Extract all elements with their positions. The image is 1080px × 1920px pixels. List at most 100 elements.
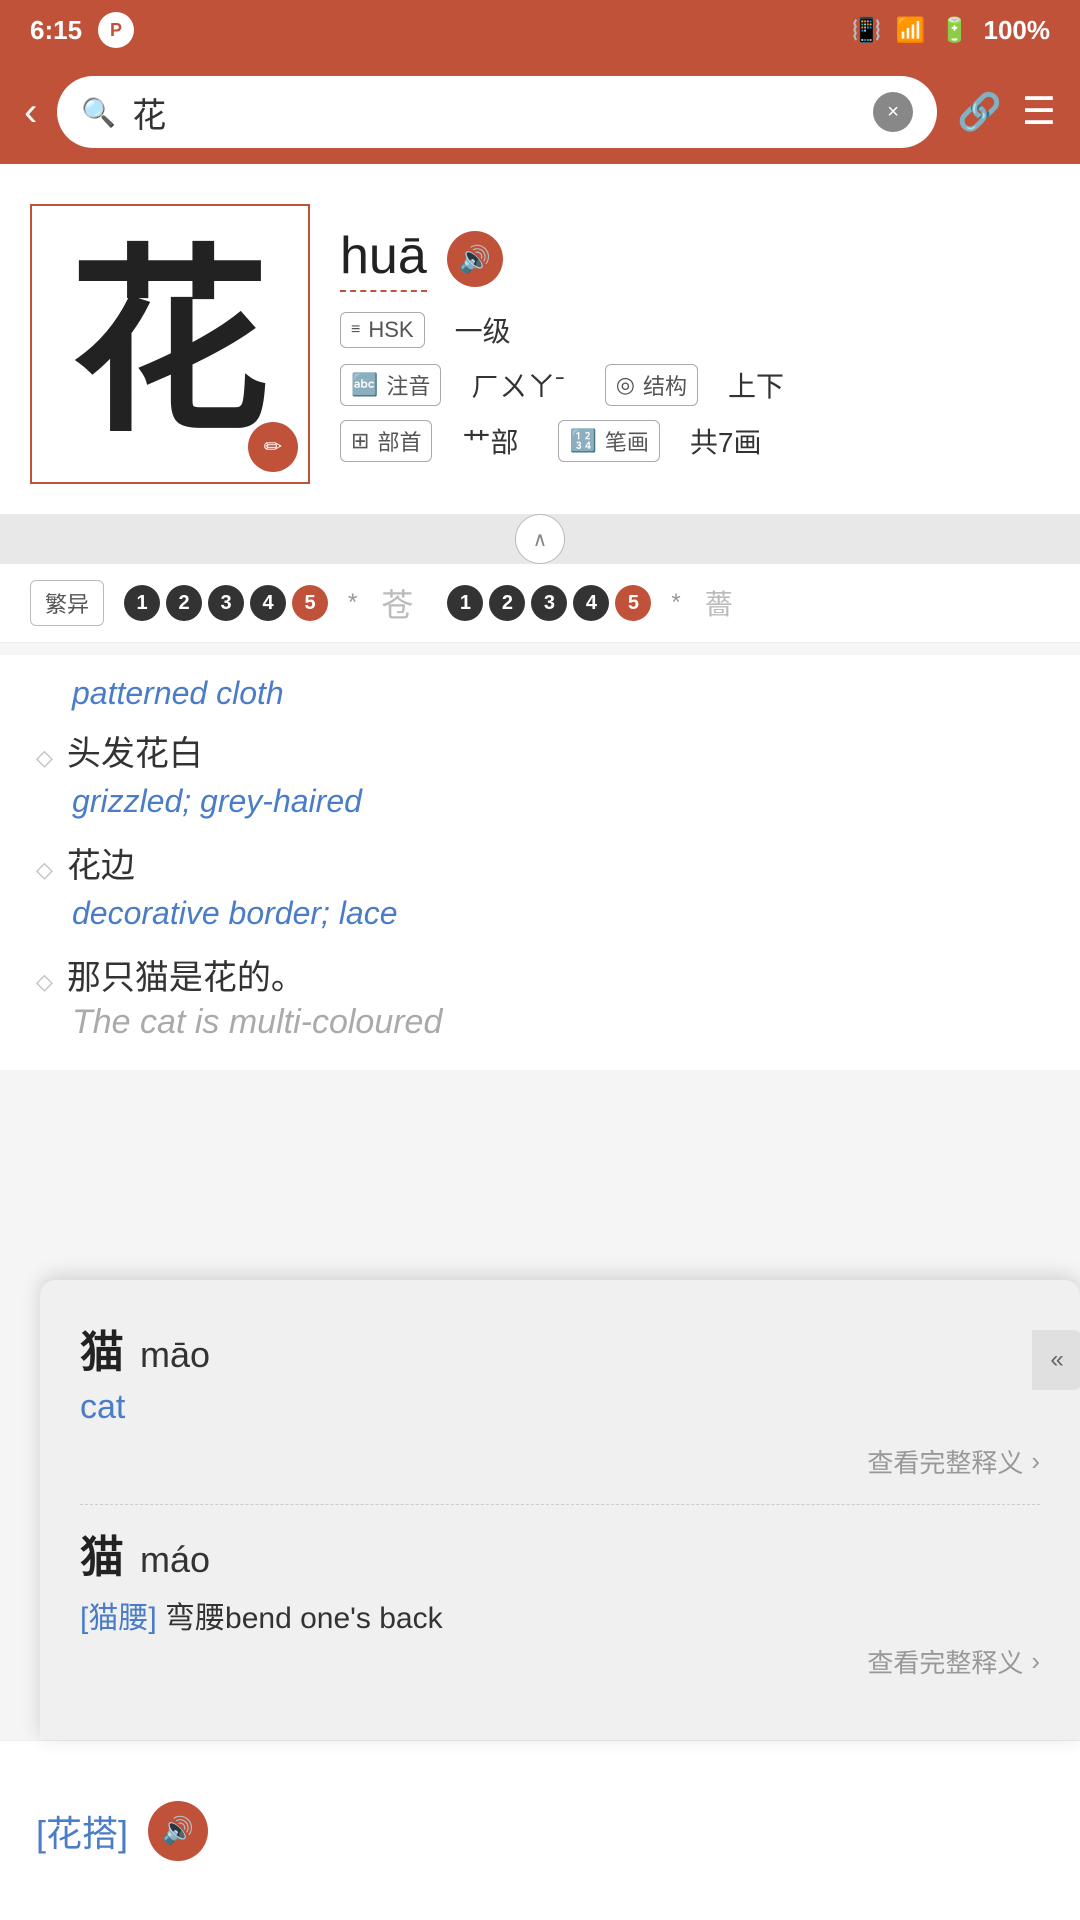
radical-label: 部首: [377, 425, 421, 457]
popup-pinyin-2: máo: [140, 1539, 210, 1581]
structure-icon: ◎: [616, 372, 635, 398]
sound-button[interactable]: 🔊: [447, 231, 503, 287]
link-button[interactable]: 🔗: [957, 91, 1002, 133]
search-icon: 🔍: [81, 96, 116, 129]
popup-link-arrow-1: ›: [1031, 1446, 1040, 1477]
stroke-num-5[interactable]: 5: [292, 585, 328, 621]
character-info: huā 🔊 ≡ HSK 一级 🔤 注音 ㄏㄨㄚˉ ◎: [340, 204, 1050, 484]
stroke-num-7[interactable]: 2: [489, 585, 525, 621]
stroke-num-8[interactable]: 3: [531, 585, 567, 621]
popup-title-row-2: 猫 máo: [80, 1521, 1040, 1585]
popup-close-button[interactable]: «: [1032, 1330, 1080, 1390]
edit-button[interactable]: ✏: [248, 422, 298, 472]
character-display: 花: [70, 244, 270, 444]
pronunciation-value: ㄏㄨㄚˉ: [471, 365, 564, 405]
definition-border: ◇ 花边 decorative border; lace: [36, 838, 1044, 936]
stroke-num-2[interactable]: 2: [166, 585, 202, 621]
popup-entry-1: 猫 māo cat 查看完整释义 ›: [80, 1316, 1040, 1480]
popup-divider: [80, 1504, 1040, 1505]
popup-link-2[interactable]: 查看完整释义 ›: [80, 1643, 1040, 1680]
chinese-grizzled[interactable]: 头发花白: [67, 726, 203, 775]
popup-meaning-1: cat: [80, 1388, 1040, 1427]
search-bar: 🔍 ×: [57, 76, 937, 148]
radical-value: 艹部: [462, 421, 518, 461]
popup-overlay: « 猫 māo cat 查看完整释义 › 猫 máo [猫腰] 弯腰bend o…: [40, 1280, 1080, 1740]
definitions-section: patterned cloth ◇ 头发花白 grizzled; grey-ha…: [0, 655, 1080, 1070]
divider-arrow: ∧: [0, 514, 1080, 564]
bottom-link[interactable]: [花搭]: [36, 1805, 128, 1857]
popup-entry-2: 猫 máo [猫腰] 弯腰bend one's back 查看完整释义 ›: [80, 1521, 1040, 1680]
status-left: 6:15 P: [30, 12, 134, 48]
stroke-num-4[interactable]: 4: [250, 585, 286, 621]
speaker-icon: 🔊: [459, 244, 491, 275]
variant-row: 繁异 1 2 3 4 5 * 苍 1 2 3 4 5 * 薔: [0, 564, 1080, 643]
stroke-num-10[interactable]: 5: [615, 585, 651, 621]
back-button[interactable]: ‹: [24, 90, 37, 135]
strokes-value: 共7画: [690, 421, 762, 461]
battery-icon: 🔋: [940, 16, 970, 45]
strokes-icon: 🔢: [569, 428, 596, 454]
status-bar: 6:15 P 📳 📶 🔋 100%: [0, 0, 1080, 60]
menu-button[interactable]: ☰: [1022, 93, 1056, 131]
pronunciation-icon: 🔤: [351, 372, 378, 398]
popup-char-1: 猫: [80, 1316, 124, 1380]
english-sentence-partial: The cat is multi-coloured: [72, 1003, 1044, 1042]
popup-char-2: 猫: [80, 1521, 124, 1585]
collapse-button[interactable]: ∧: [515, 514, 565, 564]
popup-link-arrow-2: ›: [1031, 1646, 1040, 1677]
patterned-cloth-label: patterned cloth: [72, 675, 1044, 712]
character-box: 花 ✏: [30, 204, 310, 484]
stroke-nums-1: 1 2 3 4 5: [124, 585, 328, 621]
bottom-bar: [花搭] 🔊: [0, 1740, 1080, 1920]
english-border: decorative border; lace: [72, 891, 1044, 936]
pinyin-text: huā: [340, 226, 427, 292]
radical-row: ⊞ 部首 艹部 🔢 笔画 共7画: [340, 420, 1050, 462]
stroke-num-6[interactable]: 1: [447, 585, 483, 621]
battery-label: 100%: [984, 15, 1051, 46]
pronunciation-label: 注音: [386, 369, 430, 401]
vibrate-icon: 📳: [852, 16, 882, 45]
structure-value: 上下: [728, 365, 784, 405]
hsk-level: 一级: [455, 310, 511, 350]
popup-compound-text: 弯腰bend one's back: [165, 1602, 443, 1635]
definition-sentence: ◇ 那只猫是花的。 The cat is multi-coloured: [36, 950, 1044, 1042]
status-app-icon: P: [98, 12, 134, 48]
stroke-num-1[interactable]: 1: [124, 585, 160, 621]
diamond-grizzled: ◇: [36, 745, 53, 771]
search-input[interactable]: [132, 93, 857, 132]
variant-char-2: 薔: [705, 583, 733, 623]
pronunciation-tag: 🔤 注音: [340, 364, 441, 406]
wifi-icon: 📶: [896, 16, 926, 45]
stroke-nums-2: 1 2 3 4 5: [447, 585, 651, 621]
diamond-border: ◇: [36, 857, 53, 883]
strokes-label: 笔画: [605, 425, 649, 457]
definition-grizzled: ◇ 头发花白 grizzled; grey-haired: [36, 726, 1044, 824]
hsk-icon: ≡: [351, 321, 360, 339]
stroke-num-3[interactable]: 3: [208, 585, 244, 621]
stroke-num-9[interactable]: 4: [573, 585, 609, 621]
structure-label: 结构: [643, 369, 687, 401]
character-section: 花 ✏ huā 🔊 ≡ HSK 一级 🔤 注音: [0, 164, 1080, 514]
definition-patterned: patterned cloth: [36, 675, 1044, 712]
pinyin-row: huā 🔊: [340, 226, 1050, 292]
popup-compound-bracket: [猫腰]: [80, 1602, 157, 1635]
bottom-sound-button[interactable]: 🔊: [148, 1801, 208, 1861]
border-row: ◇ 花边: [36, 838, 1044, 887]
clear-button[interactable]: ×: [873, 92, 913, 132]
pronunciation-row: 🔤 注音 ㄏㄨㄚˉ ◎ 结构 上下: [340, 364, 1050, 406]
status-time: 6:15: [30, 15, 82, 46]
hsk-label: HSK: [368, 317, 413, 343]
english-grizzled: grizzled; grey-haired: [72, 779, 1044, 824]
hsk-tag: ≡ HSK: [340, 312, 425, 348]
bottom-sound-icon: 🔊: [162, 1815, 194, 1846]
header: ‹ 🔍 × 🔗 ☰: [0, 60, 1080, 164]
popup-pinyin-1: māo: [140, 1334, 210, 1376]
variant-char-1: 苍: [381, 580, 413, 626]
chinese-border[interactable]: 花边: [67, 838, 135, 887]
grizzled-row: ◇ 头发花白: [36, 726, 1044, 775]
status-right: 📳 📶 🔋 100%: [852, 15, 1050, 46]
chinese-sentence[interactable]: 那只猫是花的。: [67, 950, 305, 999]
popup-link-1[interactable]: 查看完整释义 ›: [80, 1443, 1040, 1480]
edit-icon: ✏: [264, 434, 282, 460]
asterisk-1: *: [348, 589, 357, 617]
